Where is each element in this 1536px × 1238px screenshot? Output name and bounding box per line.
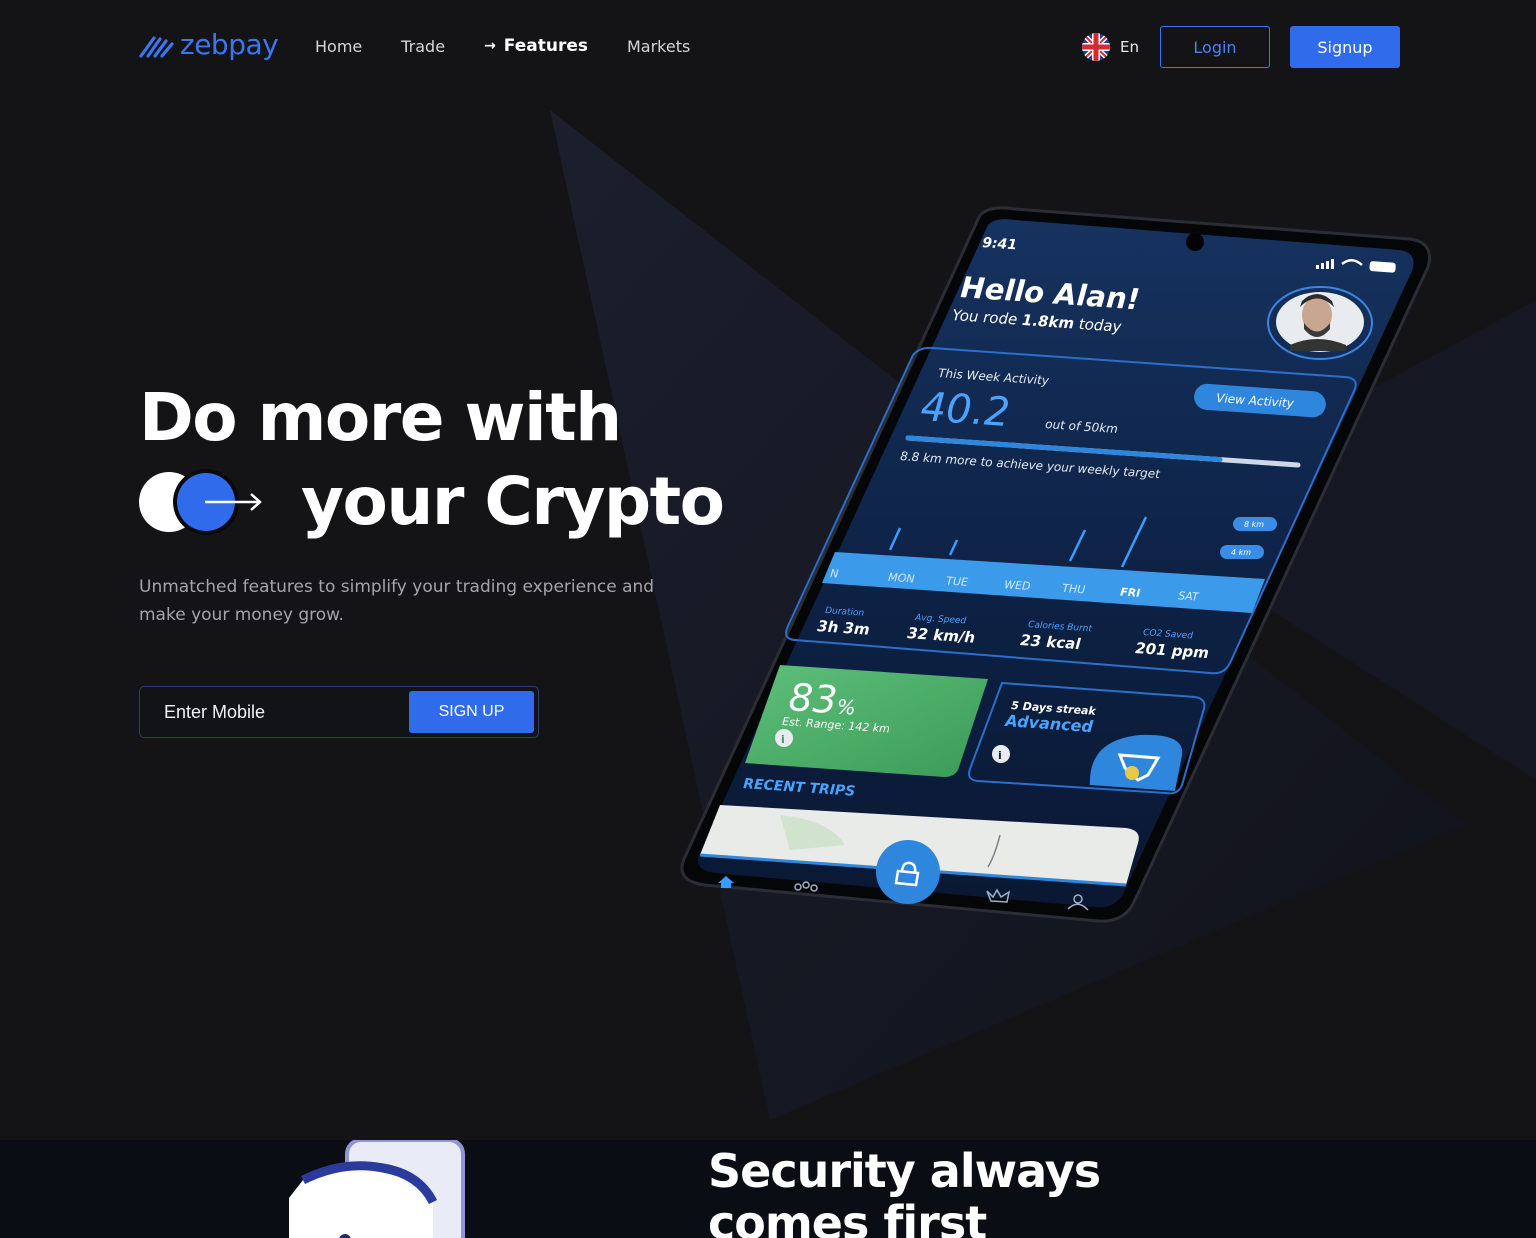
svg-text:8 km: 8 km [1244,520,1264,529]
chart-chip-8km: 8 km [1233,517,1277,531]
nav-link-features-label: Features [503,36,588,56]
language-selector[interactable]: En [1082,33,1139,61]
battery-icon [1369,261,1396,273]
mobile-signup-form: SIGN UP [139,686,539,738]
language-label: En [1120,38,1139,56]
nav-link-markets[interactable]: Markets [627,37,690,56]
nav-link-features[interactable]: → Features [484,36,588,56]
day-label[interactable]: MON [888,571,915,586]
nav-link-home[interactable]: Home [315,37,362,56]
brand-name: zebpay [180,28,279,61]
hero-title-line2: your Crypto [301,463,725,540]
svg-text:i: i [781,733,785,746]
phone-illustration: 9:41 Hello Alan! You rode 1.8km today Th… [680,206,1431,923]
activity-value: 40.2 [919,384,1011,436]
security-title-line2: comes first [708,1196,987,1238]
battery-card[interactable]: 83% Est. Range: 142 km i [745,665,988,777]
svg-text:i: i [998,749,1002,762]
login-button[interactable]: Login [1160,26,1270,68]
day-label[interactable]: FRI [1120,586,1141,600]
day-label[interactable]: TUE [946,574,969,588]
signup-button[interactable]: Signup [1290,26,1400,68]
avatar[interactable] [1267,286,1373,360]
top-nav: zebpay Home Trade → Features Markets En … [0,0,1536,94]
status-time: 9:41 [982,235,1018,253]
day-label[interactable]: SAT [1178,589,1201,603]
hero-title-line2-row: your Crypto [139,463,725,540]
mobile-input[interactable] [164,701,384,723]
hero-title-line1: Do more with [139,379,622,456]
stat-value: 3h 3m [817,617,871,639]
security-section: Security always comes first [0,1140,1536,1238]
chart-chip-4km: 4 km [1220,545,1264,559]
hero-subtitle: Unmatched features to simplify your trad… [139,577,655,625]
phone-mockup: 9:41 Hello Alan! You rode 1.8km today Th… [670,195,1450,945]
uk-flag-icon [1082,33,1111,61]
nav-actions: En Login Signup [1082,26,1400,68]
arrow-right-icon: → [484,38,496,54]
brand-logo[interactable]: zebpay [138,28,279,61]
shield-icon [289,1140,465,1238]
hero-signup-button[interactable]: SIGN UP [409,691,534,733]
security-title: Security always comes first [708,1145,1228,1238]
crypto-toggle-icon [139,469,262,535]
security-title-line1: Security always [708,1144,1101,1198]
hero-title: Do more with your Crypto [139,379,725,540]
zebpay-logo-icon [139,35,174,58]
day-label[interactable]: WED [1004,578,1031,593]
svg-text:4 km: 4 km [1231,548,1251,557]
day-label[interactable]: N [830,567,839,581]
nav-link-trade[interactable]: Trade [401,37,445,56]
day-label[interactable]: THU [1062,582,1086,597]
nav-links: Home Trade → Features Markets [315,36,690,56]
